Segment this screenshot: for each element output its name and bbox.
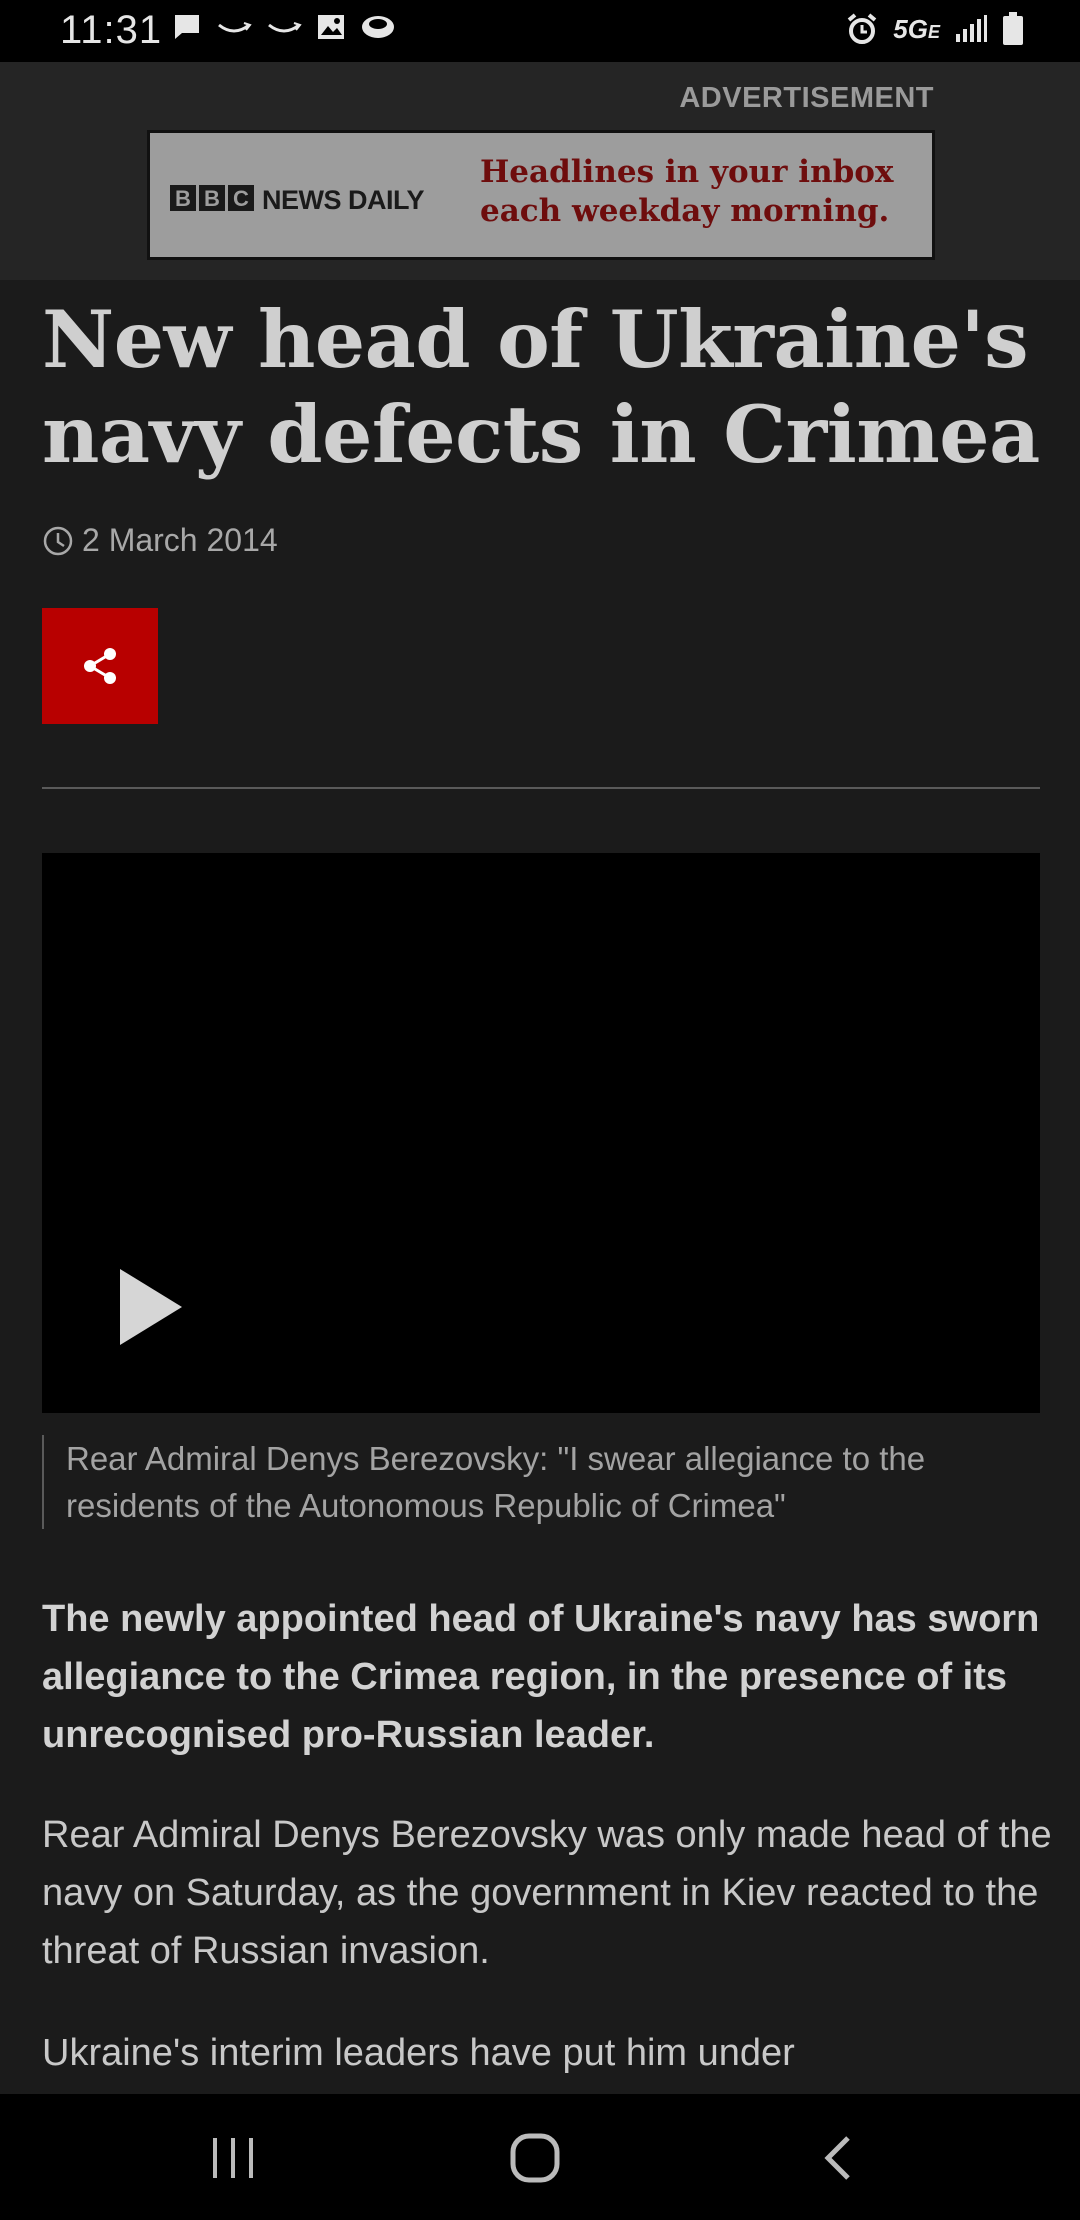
video-player[interactable] (42, 853, 1040, 1413)
article-date: 2 March 2014 (42, 522, 278, 559)
bbc-logo-letter: C (228, 185, 254, 211)
back-button[interactable] (798, 2130, 878, 2186)
gallery-icon (318, 15, 344, 39)
play-icon[interactable] (116, 1265, 186, 1349)
alarm-icon (848, 13, 877, 44)
ad-banner[interactable]: B B C NEWS DAILY Headlines in your inbox… (147, 130, 935, 260)
navigation-bar (0, 2094, 1080, 2220)
battery-icon (1003, 12, 1023, 45)
app-icon (362, 16, 394, 38)
date-text: 2 March 2014 (82, 522, 278, 558)
system-icons: 5GE (845, 12, 1024, 46)
home-icon (510, 2133, 560, 2183)
amazon-icon (218, 22, 252, 33)
bbc-logo: B B C (170, 185, 254, 211)
article-paragraph: Rear Admiral Denys Berezovsky was only m… (42, 1814, 1052, 1972)
clock: 11:31 (60, 8, 163, 52)
bbc-logo-letter: B (199, 185, 225, 211)
share-icon (84, 648, 116, 684)
amazon-icon (268, 22, 302, 33)
share-button[interactable] (42, 608, 158, 724)
network-type: 5GE (893, 13, 940, 44)
article-intro: The newly appointed head of Ukraine's na… (42, 1598, 1040, 1756)
bbc-logo-letter: B (170, 185, 196, 211)
advertisement-label: ADVERTISEMENT (679, 82, 934, 114)
ad-brand-name: NEWS DAILY (262, 185, 425, 215)
clock-icon (43, 526, 73, 555)
back-icon (824, 2136, 850, 2180)
video-caption: Rear Admiral Denys Berezovsky: "I swear … (42, 1435, 1026, 1529)
recents-icon (213, 2138, 253, 2178)
advertisement-area: ADVERTISEMENT B B C NEWS DAILY Headlines… (0, 62, 1080, 280)
signal-icon (956, 15, 987, 42)
status-bar: 11:31 5GE (0, 0, 1080, 62)
article-headline: New head of Ukraine's navy defects in Cr… (42, 293, 1040, 481)
ad-headline: Headlines in your inbox each weekday mor… (480, 154, 894, 229)
article-paragraph: Ukraine's interim leaders have put him u… (42, 2032, 795, 2074)
notification-icons (172, 12, 396, 42)
divider (42, 787, 1040, 789)
recents-button[interactable] (193, 2130, 273, 2186)
message-icon (175, 15, 199, 39)
home-button[interactable] (495, 2130, 575, 2186)
